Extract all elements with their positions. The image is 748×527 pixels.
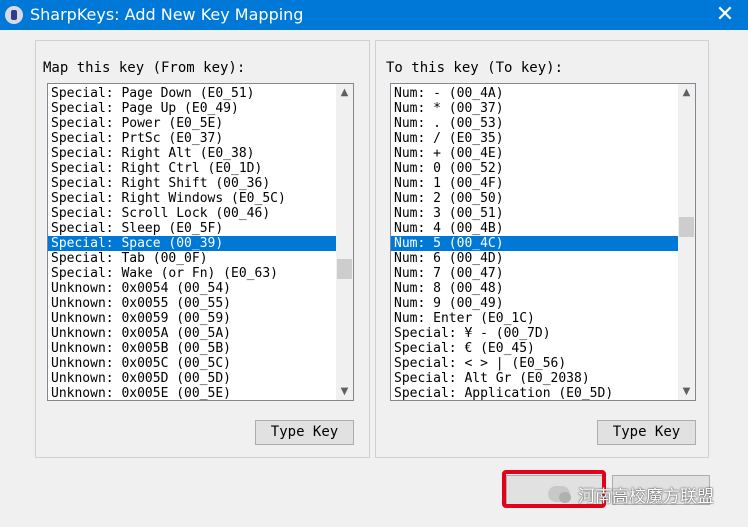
from-type-key-button[interactable]: Type Key bbox=[255, 420, 354, 445]
to-list-item[interactable]: Num: 3 (00_51) bbox=[391, 206, 678, 221]
to-type-key-button[interactable]: Type Key bbox=[597, 420, 696, 445]
from-list-item[interactable]: Special: Sleep (E0_5F) bbox=[48, 221, 336, 236]
from-list-item[interactable]: Special: Wake (or Fn) (E0_63) bbox=[48, 266, 336, 281]
to-list-item[interactable]: Num: Enter (E0_1C) bbox=[391, 311, 678, 326]
from-list-item[interactable]: Special: Space (00_39) bbox=[48, 236, 336, 251]
to-list-item[interactable]: Num: 7 (00_47) bbox=[391, 266, 678, 281]
from-list-item[interactable]: Special: Power (E0_5E) bbox=[48, 116, 336, 131]
scroll-thumb[interactable] bbox=[679, 217, 694, 237]
to-list-item[interactable]: Num: 4 (00_4B) bbox=[391, 221, 678, 236]
from-list-item[interactable]: Unknown: 0x005D (00_5D) bbox=[48, 371, 336, 386]
from-key-label: Map this key (From key): bbox=[43, 60, 246, 76]
from-list-item[interactable]: Special: Right Windows (E0_5C) bbox=[48, 191, 336, 206]
to-list-item[interactable]: Num: 1 (00_4F) bbox=[391, 176, 678, 191]
to-list-item[interactable]: Special: < > | (E0_56) bbox=[391, 356, 678, 371]
from-list-item[interactable]: Special: Scroll Lock (00_46) bbox=[48, 206, 336, 221]
to-list-item[interactable]: Num: 0 (00_52) bbox=[391, 161, 678, 176]
close-button[interactable]: ✕ bbox=[708, 2, 742, 28]
from-key-group: Map this key (From key): Special: Page D… bbox=[35, 40, 370, 458]
scroll-down-arrow-icon[interactable]: ▼ bbox=[336, 383, 353, 400]
from-list-item[interactable]: Special: Tab (00_0F) bbox=[48, 251, 336, 266]
to-list-item[interactable]: Special: Alt Gr (E0_2038) bbox=[391, 371, 678, 386]
from-key-list[interactable]: Special: Page Down (E0_51) Special: Page … bbox=[47, 83, 354, 401]
to-list-item[interactable]: Num: - (00_4A) bbox=[391, 86, 678, 101]
to-key-scrollbar[interactable]: ▲ ▼ bbox=[678, 84, 695, 400]
to-list-item[interactable]: Num: 6 (00_4D) bbox=[391, 251, 678, 266]
scroll-thumb[interactable] bbox=[337, 259, 352, 279]
from-list-item[interactable]: Unknown: 0x005C (00_5C) bbox=[48, 356, 336, 371]
from-list-item[interactable]: Unknown: 0x005A (00_5A) bbox=[48, 326, 336, 341]
from-key-scrollbar[interactable]: ▲ ▼ bbox=[336, 84, 353, 400]
from-list-item[interactable]: Unknown: 0x005B (00_5B) bbox=[48, 341, 336, 356]
to-list-item[interactable]: Num: 8 (00_48) bbox=[391, 281, 678, 296]
from-key-items: Special: Page Down (E0_51) Special: Page … bbox=[48, 86, 336, 400]
from-list-item[interactable]: Special: Page Up (E0_49) bbox=[48, 101, 336, 116]
to-list-item[interactable]: Num: 2 (00_50) bbox=[391, 191, 678, 206]
from-list-item[interactable]: Unknown: 0x0059 (00_59) bbox=[48, 311, 336, 326]
from-list-item[interactable]: Special: Right Alt (E0_38) bbox=[48, 146, 336, 161]
watermark-text: 河南高校魔方联盟 bbox=[578, 486, 714, 507]
to-list-item[interactable]: Num: + (00_4E) bbox=[391, 146, 678, 161]
to-list-item[interactable]: Num: 5 (00_4C) bbox=[391, 236, 678, 251]
to-list-item[interactable]: Num: . (00_53) bbox=[391, 116, 678, 131]
to-list-item[interactable]: Special: € (E0_45) bbox=[391, 341, 678, 356]
chat-bubble-icon bbox=[548, 486, 571, 503]
to-key-list[interactable]: Num: - (00_4A) Num: * (00_37) Num: . (00_5… bbox=[390, 83, 696, 401]
title-bar: SharpKeys: Add New Key Mapping ✕ bbox=[0, 0, 748, 30]
from-list-item[interactable]: Special: PrtSc (E0_37) bbox=[48, 131, 336, 146]
scroll-up-arrow-icon[interactable]: ▲ bbox=[678, 84, 695, 101]
to-key-group: To this key (To key): Num: - (00_4A) Num:… bbox=[375, 40, 709, 458]
watermark: 河南高校魔方联盟 bbox=[548, 482, 714, 507]
to-key-items: Num: - (00_4A) Num: * (00_37) Num: . (00_5… bbox=[391, 86, 678, 400]
window-title: SharpKeys: Add New Key Mapping bbox=[30, 5, 304, 24]
from-list-item[interactable]: Special: Right Shift (00_36) bbox=[48, 176, 336, 191]
to-list-item[interactable]: Num: / (E0_35) bbox=[391, 131, 678, 146]
from-list-item[interactable]: Unknown: 0x0055 (00_55) bbox=[48, 296, 336, 311]
from-list-item[interactable]: Special: Page Down (E0_51) bbox=[48, 86, 336, 101]
scroll-up-arrow-icon[interactable]: ▲ bbox=[336, 84, 353, 101]
to-list-item[interactable]: Special: ¥ - (00_7D) bbox=[391, 326, 678, 341]
to-list-item[interactable]: Special: Application (E0_5D) bbox=[391, 386, 678, 400]
from-list-item[interactable]: Unknown: 0x005E (00_5E) bbox=[48, 386, 336, 400]
from-list-item[interactable]: Special: Right Ctrl (E0_1D) bbox=[48, 161, 336, 176]
scroll-down-arrow-icon[interactable]: ▼ bbox=[678, 383, 695, 400]
to-list-item[interactable]: Num: 9 (00_49) bbox=[391, 296, 678, 311]
app-icon bbox=[5, 6, 23, 24]
to-list-item[interactable]: Num: * (00_37) bbox=[391, 101, 678, 116]
to-key-label: To this key (To key): bbox=[386, 60, 564, 76]
from-list-item[interactable]: Unknown: 0x0054 (00_54) bbox=[48, 281, 336, 296]
